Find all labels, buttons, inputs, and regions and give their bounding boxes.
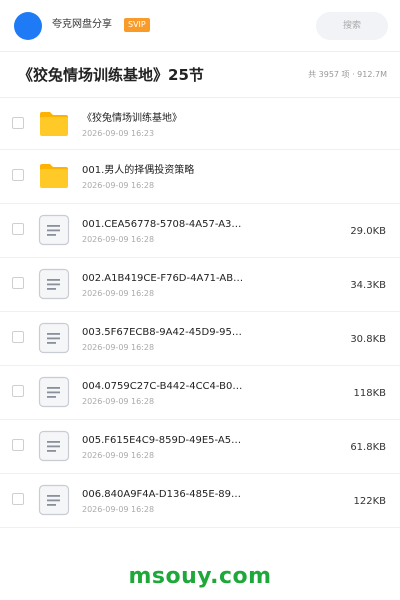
document-icon xyxy=(38,484,70,516)
list-item[interactable]: 001.男人的择偶投资策略 2026-09-09 16:28 xyxy=(0,150,400,204)
file-size: 122KB xyxy=(353,496,386,507)
list-item[interactable]: 006.840A9F4A-D136-485E-89… 2026-09-09 16… xyxy=(0,474,400,528)
document-icon xyxy=(38,322,70,354)
list-item[interactable]: 001.CEA56778-5708-4A57-A3… 2026-09-09 16… xyxy=(0,204,400,258)
file-date: 2026-09-09 16:28 xyxy=(82,181,155,190)
file-date: 2026-09-09 16:23 xyxy=(82,129,155,138)
select-checkbox[interactable] xyxy=(12,493,24,505)
file-name: 001.CEA56778-5708-4A57-A3… xyxy=(82,219,242,230)
select-checkbox[interactable] xyxy=(12,277,24,289)
search-input[interactable] xyxy=(316,12,388,40)
file-size: 118KB xyxy=(353,388,386,399)
file-size: 29.0KB xyxy=(350,226,386,237)
document-icon xyxy=(38,214,70,246)
file-name: 001.男人的择偶投资策略 xyxy=(82,165,195,176)
sharer-name: 夸克网盘分享 xyxy=(52,19,112,30)
file-date: 2026-09-09 16:28 xyxy=(82,343,155,352)
select-checkbox[interactable] xyxy=(12,439,24,451)
avatar[interactable] xyxy=(14,12,42,40)
file-size: 61.8KB xyxy=(350,442,386,453)
select-checkbox[interactable] xyxy=(12,385,24,397)
file-name: 006.840A9F4A-D136-485E-89… xyxy=(82,489,242,500)
select-checkbox[interactable] xyxy=(12,223,24,235)
document-icon xyxy=(38,268,70,300)
item-count-size: 共 3957 项 · 912.7M xyxy=(308,70,387,79)
file-date: 2026-09-09 16:28 xyxy=(82,505,155,514)
title-row: 《狡兔情场训练基地》25节 共 3957 项 · 912.7M xyxy=(0,52,400,98)
svip-badge: SVIP xyxy=(124,18,150,32)
list-item[interactable]: 005.F615E4C9-859D-49E5-A5… 2026-09-09 16… xyxy=(0,420,400,474)
page-title: 《狡兔情场训练基地》25节 xyxy=(18,66,204,84)
list-item[interactable]: 004.0759C27C-B442-4CC4-B0… 2026-09-09 16… xyxy=(0,366,400,420)
file-name: 002.A1B419CE-F76D-4A71-AB… xyxy=(82,273,244,284)
file-date: 2026-09-09 16:28 xyxy=(82,289,155,298)
watermark-text: msouy.com xyxy=(128,564,272,589)
file-date: 2026-09-09 16:28 xyxy=(82,451,155,460)
file-list: 《狡兔情场训练基地》 2026-09-09 16:23 001.男人的择偶投资策… xyxy=(0,98,400,528)
list-item[interactable]: 003.5F67ECB8-9A42-45D9-95… 2026-09-09 16… xyxy=(0,312,400,366)
file-name: 003.5F67ECB8-9A42-45D9-95… xyxy=(82,327,242,338)
select-checkbox[interactable] xyxy=(12,117,24,129)
select-checkbox[interactable] xyxy=(12,331,24,343)
list-item[interactable]: 《狡兔情场训练基地》 2026-09-09 16:23 xyxy=(0,98,400,150)
header-bar: 夸克网盘分享 SVIP xyxy=(0,0,400,52)
folder-icon xyxy=(38,160,70,192)
folder-icon xyxy=(38,108,70,140)
share-page: 夸克网盘分享 SVIP 《狡兔情场训练基地》25节 共 3957 项 · 912… xyxy=(0,0,400,600)
document-icon xyxy=(38,430,70,462)
file-size: 34.3KB xyxy=(350,280,386,291)
list-item[interactable]: 002.A1B419CE-F76D-4A71-AB… 2026-09-09 16… xyxy=(0,258,400,312)
file-name: 004.0759C27C-B442-4CC4-B0… xyxy=(82,381,243,392)
file-date: 2026-09-09 16:28 xyxy=(82,397,155,406)
file-name: 《狡兔情场训练基地》 xyxy=(82,113,182,124)
document-icon xyxy=(38,376,70,408)
select-checkbox[interactable] xyxy=(12,169,24,181)
file-name: 005.F615E4C9-859D-49E5-A5… xyxy=(82,435,242,446)
file-size: 30.8KB xyxy=(350,334,386,345)
file-date: 2026-09-09 16:28 xyxy=(82,235,155,244)
